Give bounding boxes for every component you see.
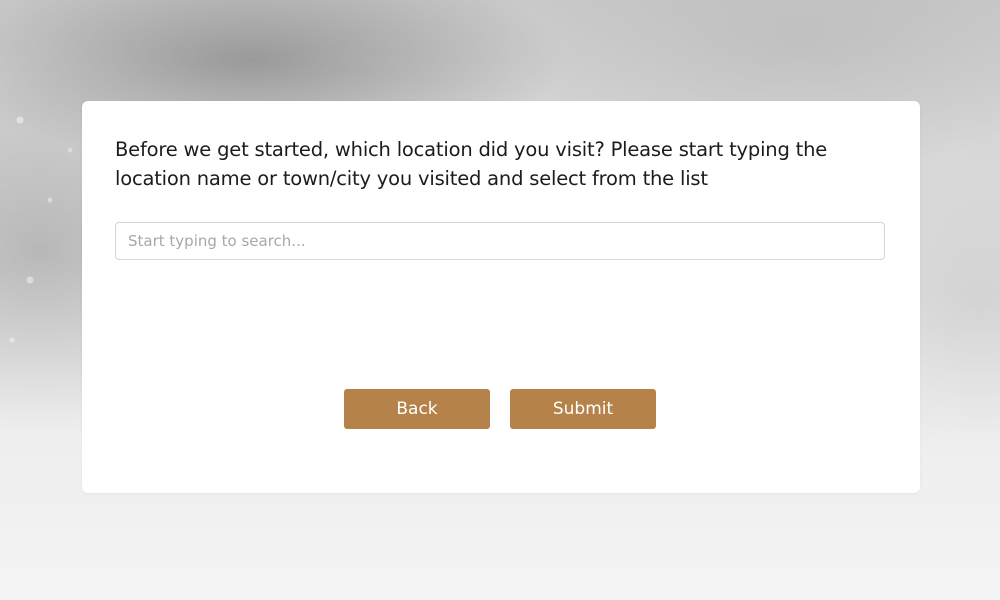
question-text: Before we get started, which location di… (115, 138, 828, 190)
survey-card: Before we get started, which location di… (82, 101, 920, 493)
back-button[interactable]: Back (344, 389, 490, 429)
submit-button[interactable]: Submit (510, 389, 656, 429)
location-search-input[interactable] (115, 222, 885, 260)
